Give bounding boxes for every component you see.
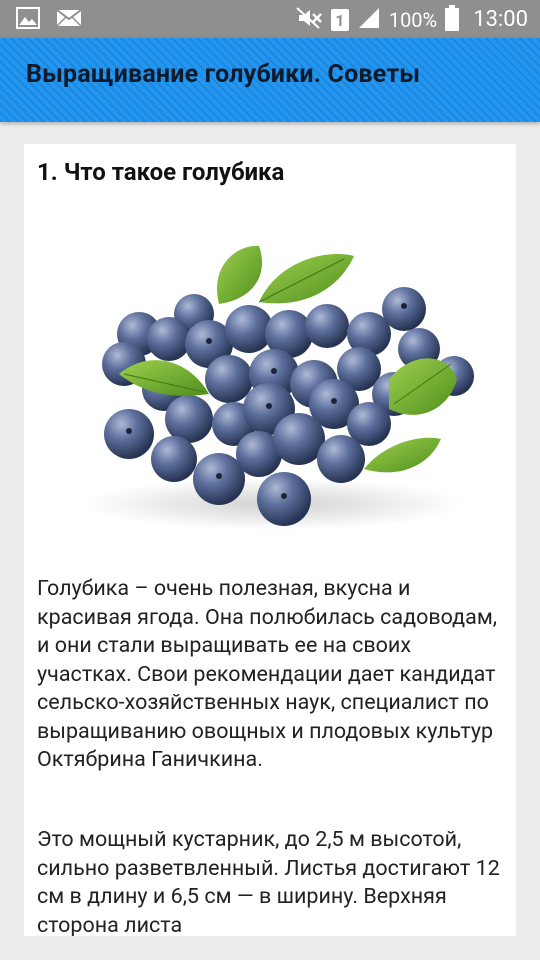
article-paragraph: Голубика – очень полезная, вкусна и крас… <box>37 576 498 772</box>
article-card: 1. Что такое голубика Голубика – очень п… <box>24 144 516 936</box>
article-paragraph: Это мощный кустарник, до 2,5 м высотой, … <box>37 827 500 936</box>
clock: 13:00 <box>473 7 528 32</box>
gallery-icon <box>16 7 40 33</box>
mail-icon <box>56 7 82 33</box>
signal-icon <box>357 6 381 34</box>
battery-percent: 100% <box>388 8 438 32</box>
blueberries-photo <box>69 234 479 534</box>
sim-badge: 1 <box>330 9 349 31</box>
status-bar: 1 100% 13:00 <box>0 0 540 38</box>
app-bar: Выращивание голубики. Советы <box>0 38 540 122</box>
section-title: 1. Что такое голубика <box>37 158 285 186</box>
app-title: Выращивание голубики. Советы <box>26 60 421 89</box>
battery-icon <box>445 5 460 35</box>
mute-icon <box>295 6 323 34</box>
